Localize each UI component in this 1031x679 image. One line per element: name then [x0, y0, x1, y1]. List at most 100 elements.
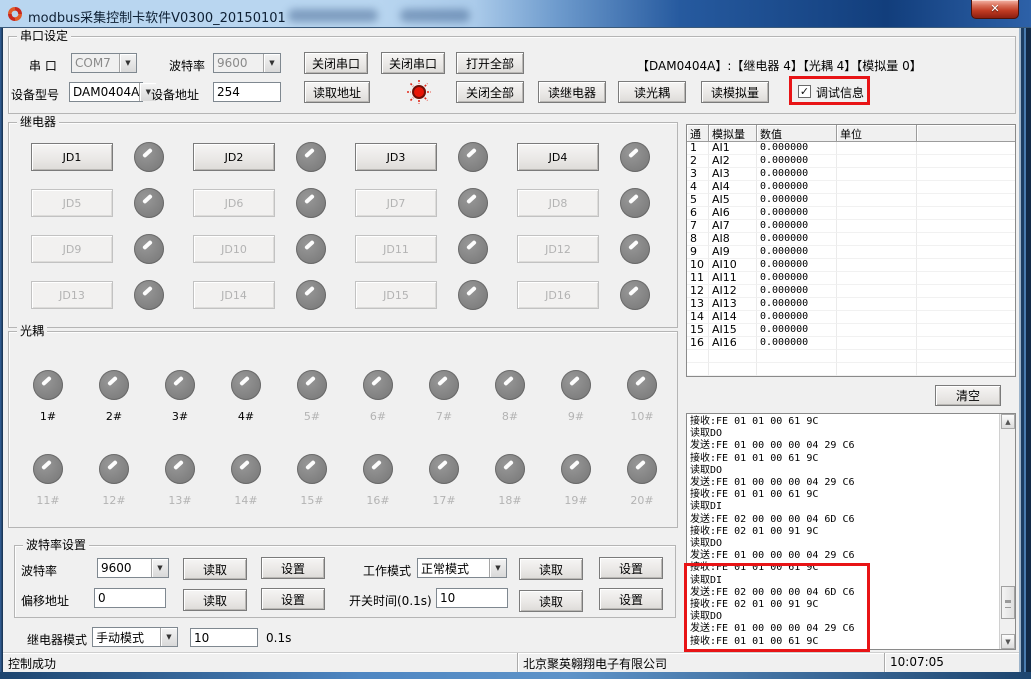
- relay-button[interactable]: JD2: [193, 143, 275, 171]
- relay-cell: JD16: [517, 281, 679, 309]
- relay-button[interactable]: JD15: [355, 281, 437, 309]
- close-serial-button-2[interactable]: 关闭串口: [381, 52, 445, 74]
- cell-unit: [837, 298, 917, 311]
- opto-knob-icon: [165, 370, 195, 400]
- log-line: 接收:FE 01 01 00 61 9C: [690, 453, 999, 465]
- window-border-right: [1019, 28, 1031, 672]
- cell-unit: [837, 363, 917, 376]
- offset-addr-input[interactable]: [94, 588, 166, 608]
- offset-read-button[interactable]: 读取: [183, 589, 247, 611]
- relay-button[interactable]: JD5: [31, 189, 113, 217]
- relay-button[interactable]: JD7: [355, 189, 437, 217]
- switch-time-read-button[interactable]: 读取: [519, 590, 583, 612]
- cell-analog: AI5: [709, 194, 757, 207]
- relay-button[interactable]: JD12: [517, 235, 599, 263]
- scroll-down-button[interactable]: ▼: [1001, 634, 1015, 649]
- cell-channel: [687, 350, 709, 363]
- debug-info-checkbox[interactable]: ✓: [798, 85, 811, 98]
- scroll-up-button[interactable]: ▲: [1001, 414, 1015, 429]
- cell-analog: AI1: [709, 142, 757, 155]
- cell-channel: 8: [687, 233, 709, 246]
- opto-knob-icon: [561, 454, 591, 484]
- baud2-select[interactable]: 9600 ▼: [97, 558, 169, 578]
- open-all-button[interactable]: 打开全部: [456, 52, 524, 74]
- opto-knob-icon: [99, 454, 129, 484]
- header-unit: 单位: [837, 125, 917, 142]
- offset-set-button[interactable]: 设置: [261, 588, 325, 610]
- opto-knob-icon: [495, 454, 525, 484]
- cell-analog: AI15: [709, 324, 757, 337]
- work-mode-read-button[interactable]: 读取: [519, 558, 583, 580]
- work-mode-set-button[interactable]: 设置: [599, 557, 663, 579]
- log-area[interactable]: 接收:FE 01 01 00 61 9C读取DO发送:FE 01 00 00 0…: [686, 413, 1016, 650]
- read-opto-button[interactable]: 读光耦: [618, 81, 686, 103]
- read-addr-button[interactable]: 读取地址: [304, 81, 370, 103]
- opto-channel-label: 9#: [543, 410, 609, 423]
- relay-button[interactable]: JD11: [355, 235, 437, 263]
- debug-info-label[interactable]: 调试信息: [816, 84, 864, 101]
- close-serial-button-1[interactable]: 关闭串口: [304, 52, 368, 74]
- cell-value: 0.000000: [757, 311, 837, 324]
- log-line: 接收:FE 01 01 00 61 9C: [690, 416, 999, 428]
- close-button[interactable]: ✕: [971, 0, 1019, 19]
- device-model-label: 设备型号: [11, 86, 59, 103]
- log-line: 发送:FE 01 00 00 00 04 29 C6: [690, 550, 999, 562]
- app-window: modbus采集控制卡软件V0300_20150101 ✕ 串口设定 串 口 C…: [0, 0, 1031, 679]
- relay-button[interactable]: JD13: [31, 281, 113, 309]
- opto-channel: 16#: [345, 446, 411, 530]
- cell-value: 0.000000: [757, 324, 837, 337]
- relay-cell: JD1: [31, 143, 193, 171]
- baud-settings-group: 波特率设置 波特率 9600 ▼ 读取 设置 偏移地址 读取 设置 工作模式 正…: [14, 545, 676, 618]
- opto-knob-icon: [561, 370, 591, 400]
- clear-button[interactable]: 清空: [935, 385, 1001, 406]
- scroll-thumb[interactable]: [1001, 586, 1015, 619]
- relay-button[interactable]: JD4: [517, 143, 599, 171]
- cell-analog: AI8: [709, 233, 757, 246]
- switch-time-set-button[interactable]: 设置: [599, 588, 663, 610]
- close-icon: ✕: [990, 2, 999, 15]
- relay-button[interactable]: JD3: [355, 143, 437, 171]
- relay-button[interactable]: JD1: [31, 143, 113, 171]
- device-addr-input[interactable]: [213, 82, 281, 102]
- table-row: 3 AI3 0.000000: [687, 168, 1015, 181]
- relay-button[interactable]: JD10: [193, 235, 275, 263]
- opto-channel: 18#: [477, 446, 543, 530]
- cell-unit: [837, 142, 917, 155]
- cell-value: 0.000000: [757, 220, 837, 233]
- relay-knob-icon: [620, 280, 650, 310]
- header-analog: 模拟量: [709, 125, 757, 142]
- cell-analog: AI7: [709, 220, 757, 233]
- opto-knob-icon: [429, 370, 459, 400]
- relay-knob-icon: [458, 234, 488, 264]
- relay-button[interactable]: JD9: [31, 235, 113, 263]
- cell-channel: 14: [687, 311, 709, 324]
- close-all-button[interactable]: 关闭全部: [456, 81, 524, 103]
- cell-unit: [837, 350, 917, 363]
- relay-button[interactable]: JD16: [517, 281, 599, 309]
- relay-cell: JD2: [193, 143, 355, 171]
- cell-value: 0.000000: [757, 181, 837, 194]
- opto-channel-label: 7#: [411, 410, 477, 423]
- cell-extra: [917, 181, 1015, 194]
- opto-channel-label: 14#: [213, 494, 279, 507]
- device-model-select[interactable]: DAM0404A ▼: [69, 82, 143, 102]
- relay-mode-time-input[interactable]: [190, 628, 258, 647]
- read-relay-button[interactable]: 读继电器: [538, 81, 606, 103]
- baud-set-button[interactable]: 设置: [261, 557, 325, 579]
- opto-knob-icon: [99, 370, 129, 400]
- work-mode-select[interactable]: 正常模式 ▼: [417, 558, 507, 578]
- log-scrollbar[interactable]: ▲ ▼: [999, 414, 1015, 649]
- relay-cell: JD15: [355, 281, 517, 309]
- relay-button[interactable]: JD6: [193, 189, 275, 217]
- relay-button[interactable]: JD14: [193, 281, 275, 309]
- switch-time-input[interactable]: [436, 588, 508, 608]
- cell-channel: 1: [687, 142, 709, 155]
- cell-channel: 9: [687, 246, 709, 259]
- relay-button[interactable]: JD8: [517, 189, 599, 217]
- baud-read-button[interactable]: 读取: [183, 558, 247, 580]
- title-bar[interactable]: modbus采集控制卡软件V0300_20150101: [0, 0, 1031, 28]
- read-analog-button[interactable]: 读模拟量: [701, 81, 769, 103]
- cell-analog: AI2: [709, 155, 757, 168]
- baud2-label: 波特率: [21, 562, 57, 579]
- relay-mode-select[interactable]: 手动模式 ▼: [92, 627, 178, 647]
